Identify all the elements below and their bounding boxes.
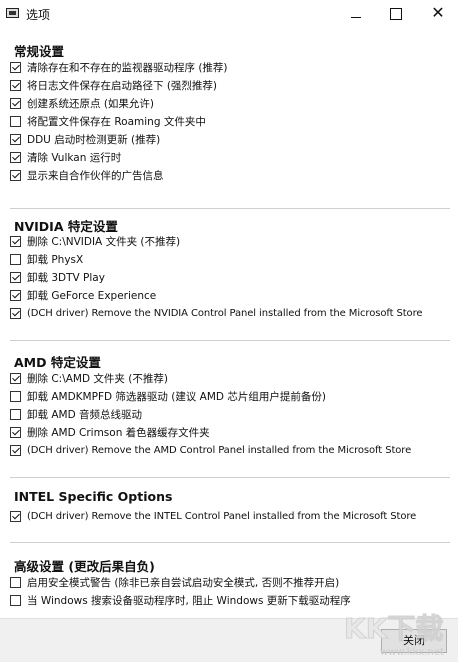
section-title-intel: INTEL Specific Options: [14, 489, 173, 504]
option-check-updates[interactable]: DDU 启动时检测更新 (推荐): [10, 131, 160, 148]
option-label: 将日志文件保存在启动路径下 (强烈推荐): [27, 80, 218, 92]
maximize-icon: [390, 8, 402, 20]
divider: [10, 477, 450, 478]
option-uninstall-amd-audio-bus[interactable]: 卸载 AMD 音频总线驱动: [10, 406, 142, 423]
option-label: 当 Windows 搜索设备驱动程序时, 阻止 Windows 更新下载驱动程序: [27, 595, 351, 607]
option-label: 删除 C:\AMD 文件夹 (不推荐): [27, 373, 168, 385]
maximize-button[interactable]: [376, 0, 416, 28]
section-title-advanced: 高级设置 (更改后果自负): [14, 559, 155, 574]
close-button[interactable]: 关闭: [381, 629, 447, 653]
checkbox[interactable]: [10, 254, 21, 265]
options-content: 常规设置 清除存在和不存在的监视器驱动程序 (推荐) 将日志文件保存在启动路径下…: [0, 28, 458, 632]
checkbox[interactable]: [10, 391, 21, 402]
checkbox[interactable]: [10, 236, 21, 247]
option-label: 将配置文件保存在 Roaming 文件夹中: [27, 116, 206, 128]
option-roaming-config[interactable]: 将配置文件保存在 Roaming 文件夹中: [10, 113, 206, 130]
option-label: (DCH driver) Remove the INTEL Control Pa…: [27, 511, 417, 522]
option-label: 卸载 3DTV Play: [27, 272, 105, 284]
option-label: 卸载 AMDKMPFD 筛选器驱动 (建议 AMD 芯片组用户提前备份): [27, 391, 326, 403]
option-uninstall-physx[interactable]: 卸载 PhysX: [10, 251, 83, 268]
option-clean-monitors[interactable]: 清除存在和不存在的监视器驱动程序 (推荐): [10, 59, 228, 76]
option-remove-nvidia-control-panel[interactable]: (DCH driver) Remove the NVIDIA Control P…: [10, 305, 423, 322]
option-label: (DCH driver) Remove the NVIDIA Control P…: [27, 308, 423, 319]
option-label: 删除 C:\NVIDIA 文件夹 (不推荐): [27, 236, 181, 248]
option-label: (DCH driver) Remove the AMD Control Pane…: [27, 445, 412, 456]
title-bar: 选项 ✕: [0, 0, 458, 29]
checkbox[interactable]: [10, 577, 21, 588]
option-label: DDU 启动时检测更新 (推荐): [27, 134, 161, 146]
option-label: 卸载 AMD 音频总线驱动: [27, 409, 143, 421]
minimize-button[interactable]: [336, 0, 376, 28]
checkbox[interactable]: [10, 170, 21, 181]
option-remove-amd-control-panel[interactable]: (DCH driver) Remove the AMD Control Pane…: [10, 442, 411, 459]
option-delete-amd-folder[interactable]: 删除 C:\AMD 文件夹 (不推荐): [10, 370, 168, 387]
option-uninstall-3dtv[interactable]: 卸载 3DTV Play: [10, 269, 105, 286]
checkbox[interactable]: [10, 409, 21, 420]
close-icon: ✕: [431, 3, 445, 22]
checkbox[interactable]: [10, 595, 21, 606]
option-label: 卸载 PhysX: [27, 254, 84, 266]
minimize-icon: [351, 17, 361, 18]
option-partner-ads[interactable]: 显示来自合作伙伴的广告信息: [10, 167, 164, 184]
divider: [10, 208, 450, 209]
checkbox[interactable]: [10, 98, 21, 109]
checkbox[interactable]: [10, 152, 21, 163]
option-save-log[interactable]: 将日志文件保存在启动路径下 (强烈推荐): [10, 77, 217, 94]
option-block-windows-update-drivers[interactable]: 当 Windows 搜索设备驱动程序时, 阻止 Windows 更新下载驱动程序: [10, 592, 351, 609]
option-uninstall-geforce-experience[interactable]: 卸载 GeForce Experience: [10, 287, 156, 304]
dialog-footer: 关闭: [0, 618, 458, 662]
option-label: 清除存在和不存在的监视器驱动程序 (推荐): [27, 62, 228, 74]
checkbox[interactable]: [10, 134, 21, 145]
option-label: 清除 Vulkan 运行时: [27, 152, 122, 164]
option-safe-mode-warning[interactable]: 启用安全模式警告 (除非已亲自尝试启动安全模式, 否则不推荐开启): [10, 574, 339, 591]
checkbox[interactable]: [10, 116, 21, 127]
divider: [10, 340, 450, 341]
option-label: 删除 AMD Crimson 着色器缓存文件夹: [27, 427, 210, 439]
checkbox[interactable]: [10, 308, 21, 319]
checkbox[interactable]: [10, 290, 21, 301]
checkbox[interactable]: [10, 373, 21, 384]
option-label: 启用安全模式警告 (除非已亲自尝试启动安全模式, 否则不推荐开启): [27, 577, 340, 589]
option-label: 卸载 GeForce Experience: [27, 290, 157, 302]
checkbox[interactable]: [10, 272, 21, 283]
section-title-amd: AMD 特定设置: [14, 355, 101, 370]
checkbox[interactable]: [10, 511, 21, 522]
divider: [10, 542, 450, 543]
option-delete-crimson-cache[interactable]: 删除 AMD Crimson 着色器缓存文件夹: [10, 424, 210, 441]
app-icon: [6, 8, 19, 18]
option-clean-vulkan[interactable]: 清除 Vulkan 运行时: [10, 149, 121, 166]
option-uninstall-amdkmpfd[interactable]: 卸载 AMDKMPFD 筛选器驱动 (建议 AMD 芯片组用户提前备份): [10, 388, 326, 405]
close-window-button[interactable]: ✕: [418, 0, 458, 28]
checkbox[interactable]: [10, 80, 21, 91]
window-title: 选项: [26, 8, 51, 22]
section-title-general: 常规设置: [14, 44, 65, 59]
checkbox[interactable]: [10, 445, 21, 456]
checkbox[interactable]: [10, 427, 21, 438]
option-label: 显示来自合作伙伴的广告信息: [27, 170, 164, 182]
option-label: 创建系统还原点 (如果允许): [27, 98, 155, 110]
checkbox[interactable]: [10, 62, 21, 73]
option-remove-intel-control-panel[interactable]: (DCH driver) Remove the INTEL Control Pa…: [10, 508, 416, 525]
option-restore-point[interactable]: 创建系统还原点 (如果允许): [10, 95, 154, 112]
option-delete-nvidia-folder[interactable]: 删除 C:\NVIDIA 文件夹 (不推荐): [10, 233, 180, 250]
